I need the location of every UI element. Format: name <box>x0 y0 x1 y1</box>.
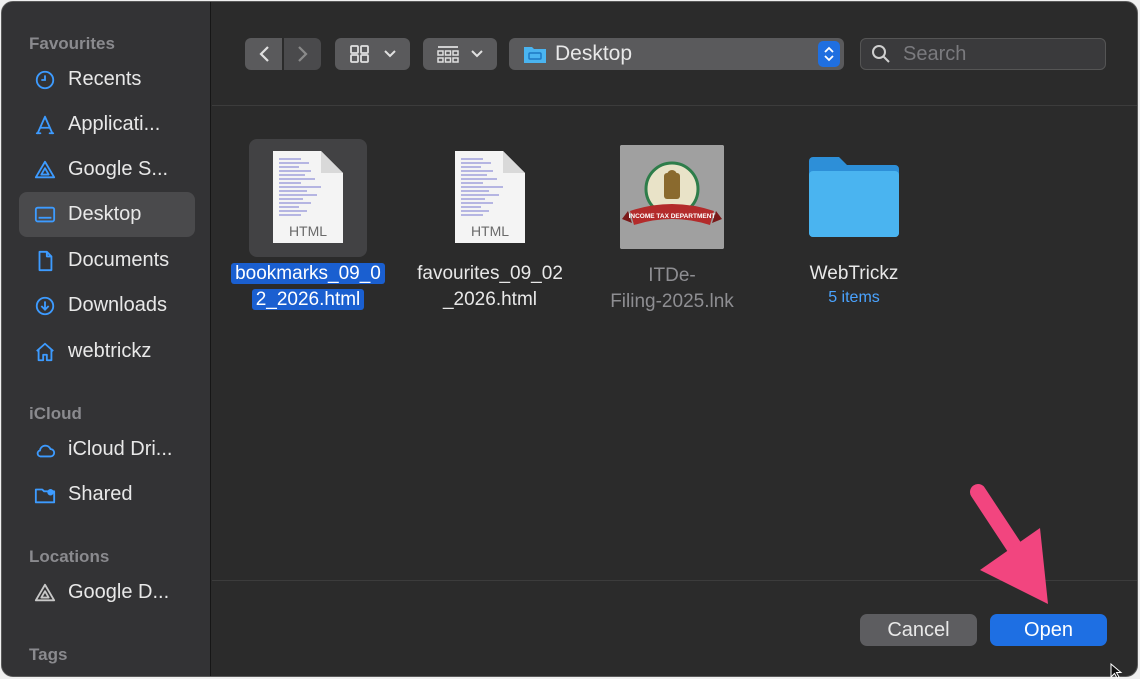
forward-button[interactable] <box>284 38 321 70</box>
path-popup[interactable]: Desktop <box>509 38 844 70</box>
sidebar-item-label: Google D... <box>68 581 170 603</box>
nav-group <box>245 38 322 70</box>
file-type-label: HTML <box>470 223 510 239</box>
toolbar: Desktop <box>212 2 1137 106</box>
file-name: favourites_09_02 _2026.html <box>400 261 580 313</box>
file-item-itdefiling[interactable]: INCOME TAX DEPARTMENT ITDe- Filing-2025.… <box>582 139 762 315</box>
sidebar-item-label: Google S... <box>68 158 169 180</box>
group-by-button[interactable] <box>423 38 497 70</box>
sidebar-item-desktop[interactable]: Desktop <box>19 192 195 237</box>
file-name: bookmarks_09_0 2_2026.html <box>218 261 398 313</box>
section-title-locations: Locations <box>29 547 110 566</box>
chevron-left-icon <box>258 46 269 62</box>
sidebar-item-google-d[interactable]: Google D... <box>19 570 195 615</box>
file-name-line2: 2_2026.html <box>251 289 365 310</box>
document-icon <box>33 249 57 273</box>
sidebar-item-applications[interactable]: Applicati... <box>19 102 195 147</box>
section-title-favourites: Favourites <box>29 34 115 53</box>
sidebar-item-label: Applicati... <box>68 113 161 135</box>
chevron-down-icon <box>471 50 483 58</box>
desktop-icon <box>33 203 57 227</box>
file-name-line2: Filing-2025.lnk <box>610 291 734 312</box>
file-item-favourites[interactable]: HTML favourites_09_02 _2026.html <box>400 139 580 313</box>
path-label: Desktop <box>555 42 633 65</box>
sidebar-item-icloud-drive[interactable]: iCloud Dri... <box>19 427 195 472</box>
file-item-bookmarks[interactable]: HTML bookmarks_09_0 2_2026.html <box>218 139 398 313</box>
file-name-line2: _2026.html <box>442 289 537 310</box>
drive-disk-icon <box>33 581 57 605</box>
open-button[interactable]: Open <box>990 614 1107 646</box>
icon-grid-icon <box>349 45 369 63</box>
chevron-right-icon <box>297 46 308 62</box>
file-name-line1: favourites_09_02 <box>417 263 563 284</box>
search-icon <box>872 45 890 63</box>
file-type-label: HTML <box>288 223 328 239</box>
sidebar-item-shared[interactable]: Shared <box>19 472 195 517</box>
folder-icon <box>524 47 546 63</box>
sidebar-item-documents[interactable]: Documents <box>19 238 195 283</box>
mouse-cursor-icon <box>1110 663 1123 679</box>
folder-item-webtrickz[interactable]: WebTrickz 5 items <box>764 139 944 307</box>
view-mode-button[interactable] <box>335 38 410 70</box>
sidebar-item-label: iCloud Dri... <box>68 438 173 460</box>
emblem-text: INCOME TAX DEPARTMENT <box>629 213 716 220</box>
google-drive-icon <box>33 158 57 182</box>
group-icon <box>437 46 459 63</box>
sidebar-item-label: webtrickz <box>68 340 152 362</box>
sidebar-item-label: Shared <box>68 483 133 505</box>
folder-thumbnail <box>795 139 913 257</box>
back-button[interactable] <box>245 38 282 70</box>
file-thumbnail: HTML <box>249 139 367 257</box>
sidebar-item-downloads[interactable]: Downloads <box>19 283 195 328</box>
clock-icon <box>33 68 57 92</box>
sidebar-item-label: Desktop <box>68 203 142 225</box>
home-icon <box>33 340 57 364</box>
file-thumbnail: HTML <box>431 139 549 257</box>
folder-name: WebTrickz <box>809 263 899 284</box>
file-name-line1: bookmarks_09_0 <box>231 263 385 284</box>
annotation-arrow-icon <box>970 484 1048 604</box>
sidebar-item-label: Downloads <box>68 294 167 316</box>
file-thumbnail: INCOME TAX DEPARTMENT <box>620 145 724 249</box>
shared-folder-icon <box>33 483 57 507</box>
cancel-button[interactable]: Cancel <box>860 614 977 646</box>
sidebar-item-label: Recents <box>68 68 142 90</box>
stepper-icon <box>818 41 840 67</box>
section-title-icloud: iCloud <box>29 404 82 423</box>
folder-icon <box>809 157 899 237</box>
cloud-icon <box>33 438 57 462</box>
sidebar: Favourites Recents Applicati... Google S… <box>2 2 211 676</box>
income-tax-emblem-icon: INCOME TAX DEPARTMENT <box>620 145 724 249</box>
sidebar-item-recents[interactable]: Recents <box>19 57 195 102</box>
search-field[interactable] <box>860 38 1106 70</box>
sidebar-item-webtrickz[interactable]: webtrickz <box>19 329 195 374</box>
download-icon <box>33 294 57 318</box>
file-name-line1: ITDe- <box>648 265 696 286</box>
chevron-down-icon <box>383 50 396 58</box>
sidebar-item-label: Documents <box>68 249 170 271</box>
sidebar-item-google-s[interactable]: Google S... <box>19 147 195 192</box>
applications-icon <box>33 113 57 137</box>
file-name: ITDe- Filing-2025.lnk <box>582 263 762 315</box>
folder-item-count: 5 items <box>828 289 880 306</box>
search-input[interactable] <box>901 41 1095 67</box>
section-title-tags: Tags <box>29 645 68 664</box>
